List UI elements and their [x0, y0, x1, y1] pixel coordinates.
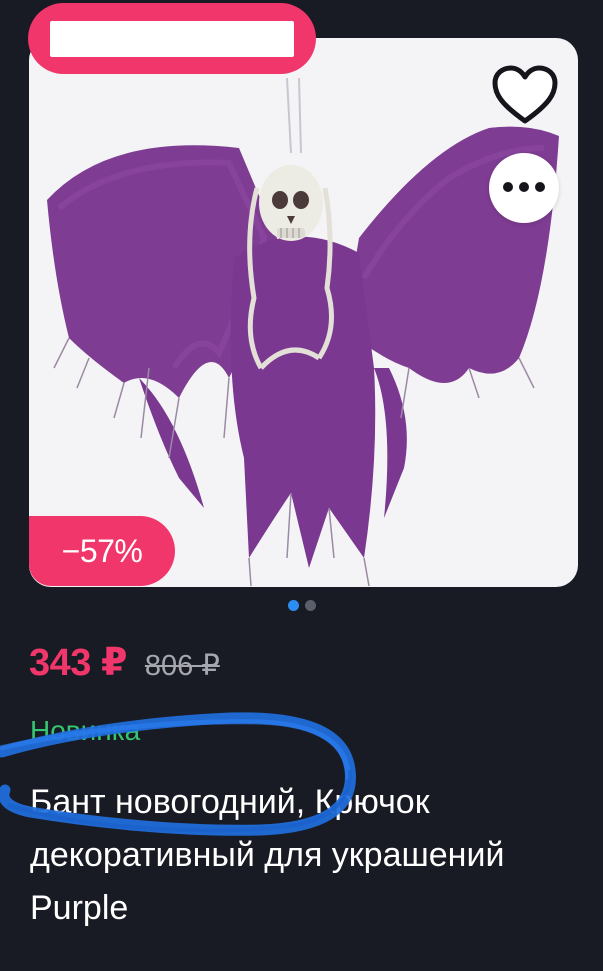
carousel-dot-2[interactable] [305, 600, 316, 611]
product-title[interactable]: Бант новогодний, Крючок декоративный для… [30, 776, 575, 935]
old-price: 806 ₽ [144, 650, 220, 682]
more-options-button[interactable] [489, 153, 559, 223]
current-price: 343 ₽ [29, 642, 127, 684]
promo-badge [28, 3, 316, 74]
carousel-dot-1[interactable] [288, 600, 299, 611]
carousel-indicator [288, 600, 316, 611]
more-dots-icon [500, 179, 548, 197]
new-badge: Новинка [30, 715, 141, 746]
price-row: 343 ₽ 806 ₽ [29, 640, 220, 685]
promo-badge-text [50, 20, 294, 57]
favorite-button[interactable] [487, 60, 563, 130]
product-card-screen: −57% 343 ₽ 806 ₽ Новинка Бант новогодний… [0, 0, 603, 971]
heart-outline-icon [492, 65, 558, 124]
discount-badge: −57% [29, 516, 175, 586]
